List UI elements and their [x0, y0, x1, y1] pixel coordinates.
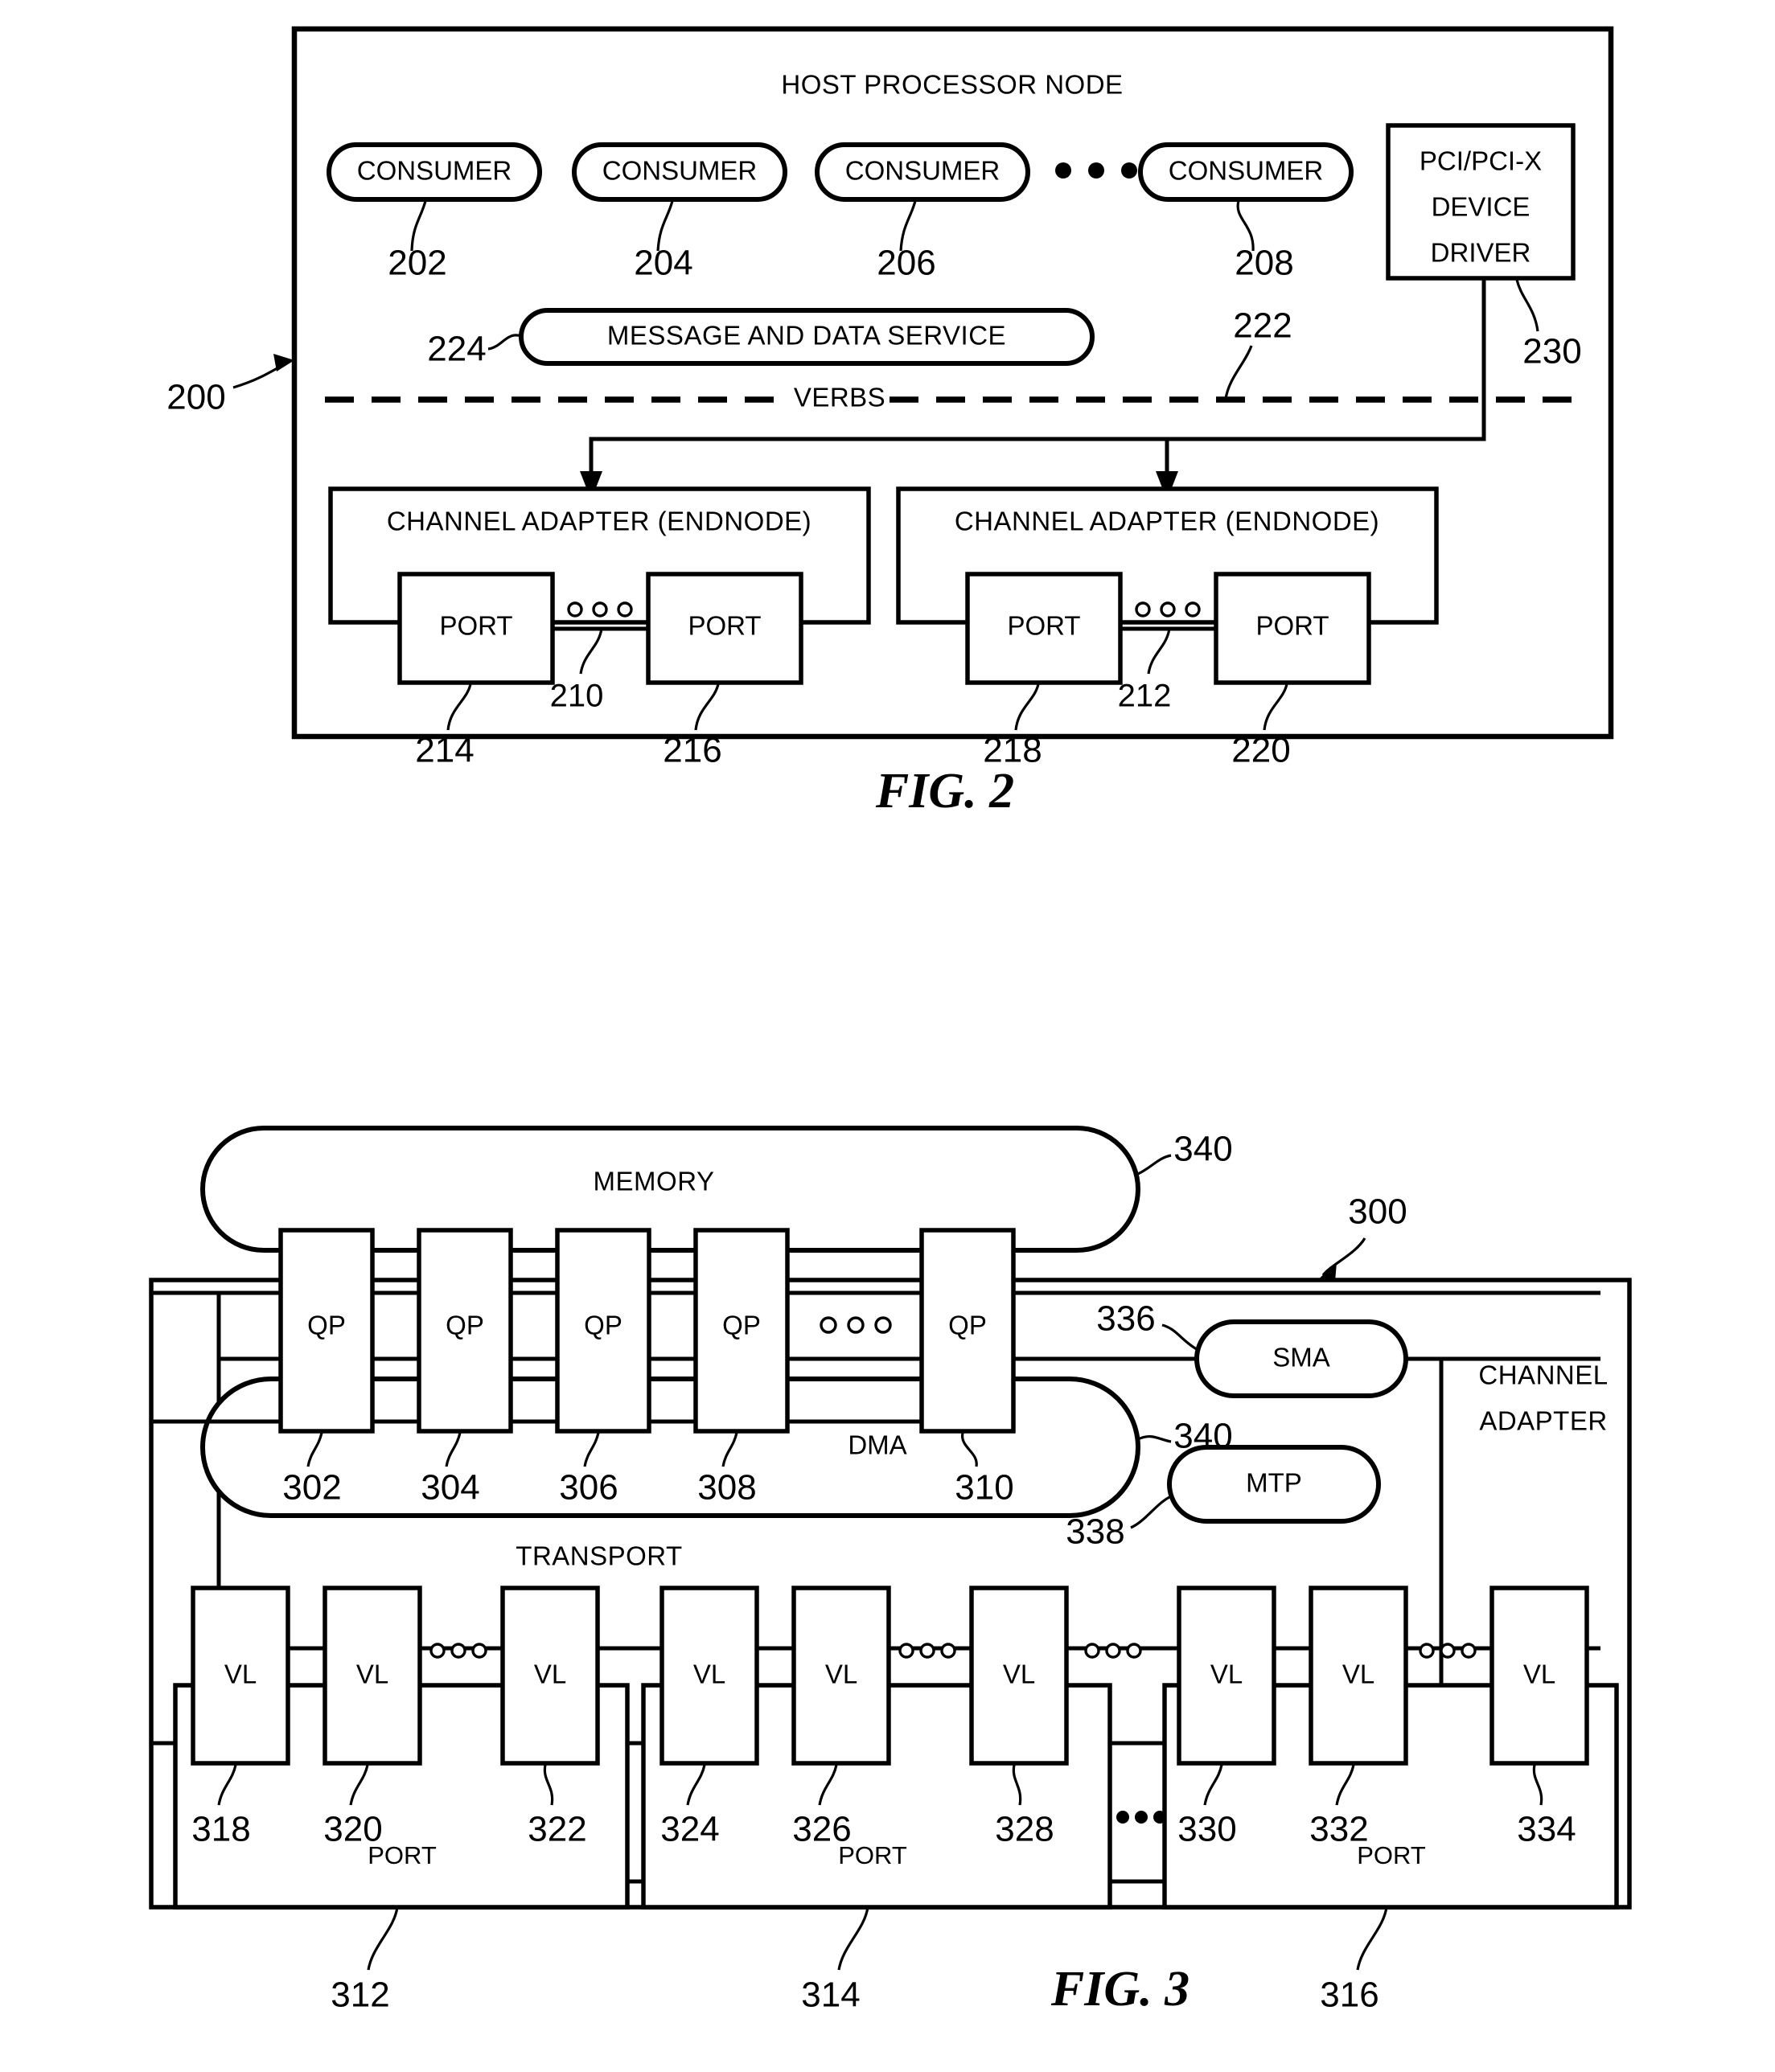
sma-ref: 336: [1096, 1299, 1155, 1339]
vl-label-5: VL: [1003, 1660, 1035, 1689]
figure2-caption: FIG. 2: [875, 764, 1014, 819]
port-group-ref-leader-1: [837, 1906, 869, 1971]
port-group-ellipsis: [1116, 1811, 1166, 1824]
dma-label: DMA: [848, 1430, 906, 1460]
vl-label-7: VL: [1342, 1660, 1374, 1689]
qp-ellipsis: [820, 1316, 892, 1334]
qp-label-2: QP: [584, 1311, 622, 1340]
port-ref-0: 214: [415, 731, 474, 770]
vl-label-3: VL: [693, 1660, 725, 1689]
consumer-ellipsis: [1055, 162, 1137, 178]
vl-ellipsis-0: [429, 1643, 487, 1659]
port-label-0: PORT: [439, 611, 512, 641]
figure-2: 200 HOST PROCESSOR NODE CONSUMER 202 CON…: [166, 26, 1614, 819]
consumer-ref-3: 208: [1235, 244, 1293, 283]
channel-adapter-label-line2: ADAPTER: [1479, 1406, 1607, 1436]
vl-ref-0: 318: [191, 1810, 250, 1849]
vl-label-2: VL: [534, 1660, 566, 1689]
consumer-ref-0: 202: [388, 244, 446, 283]
qp-ref-1: 304: [421, 1468, 479, 1508]
vl-ref-4: 326: [792, 1810, 851, 1849]
port-label-2: PORT: [1007, 611, 1080, 641]
vl-ref-6: 330: [1177, 1810, 1236, 1849]
memory-label: MEMORY: [594, 1167, 715, 1196]
port-ref-1: 216: [663, 731, 721, 770]
consumer-label-2: CONSUMER: [845, 156, 1000, 186]
pci-device-driver-line2: DEVICE: [1432, 192, 1531, 222]
qp-ref-3: 308: [697, 1468, 756, 1508]
port-link-ref-0: 210: [550, 679, 604, 714]
qp-label-4: QP: [948, 1311, 987, 1340]
vl-ref-1: 320: [323, 1810, 382, 1849]
figure3-caption: FIG. 3: [1050, 1962, 1189, 2017]
figure-3: 300 CHANNEL ADAPTER MEMORY 340 DMA 340 T…: [149, 1126, 1632, 2017]
patent-drawing-sheet: 200 HOST PROCESSOR NODE CONSUMER 202 CON…: [0, 0, 1775, 2072]
qp-label-1: QP: [446, 1311, 484, 1340]
message-data-service-ref: 224: [427, 330, 486, 369]
vl-ref-5: 328: [995, 1810, 1054, 1849]
consumer-label-1: CONSUMER: [602, 156, 758, 186]
verbs-label: VERBS: [794, 383, 885, 412]
port-label-3: PORT: [1255, 611, 1329, 641]
message-data-service-label: MESSAGE AND DATA SERVICE: [607, 321, 1006, 351]
port-group-ref-leader-2: [1356, 1906, 1388, 1971]
port-link-ellipsis-1: [1135, 601, 1201, 617]
qp-ref-4: 310: [955, 1468, 1013, 1508]
consumer-ref-1: 204: [634, 244, 692, 283]
qp-label-3: QP: [722, 1311, 761, 1340]
port-label-1: PORT: [688, 611, 761, 641]
host-processor-node-title: HOST PROCESSOR NODE: [781, 70, 1123, 100]
port-ref-3: 220: [1231, 731, 1290, 770]
consumer-label-3: CONSUMER: [1169, 156, 1324, 186]
sma-label: SMA: [1272, 1343, 1330, 1372]
figure2-outer-ref-arrow: [273, 354, 294, 371]
verbs-ref: 222: [1233, 306, 1292, 346]
qp-ref-0: 302: [282, 1468, 341, 1508]
port-link-ref-1: 212: [1118, 679, 1172, 714]
mtp-ref: 338: [1066, 1512, 1124, 1552]
qp-ref-2: 306: [559, 1468, 618, 1508]
figure3-outer-ref: 300: [1348, 1192, 1407, 1232]
port-group-ref-2: 316: [1320, 1976, 1379, 2015]
figure2-outer-ref: 200: [166, 378, 225, 417]
vl-ellipsis-3: [1419, 1643, 1477, 1659]
consumer-ref-2: 206: [877, 244, 935, 283]
vl-label-0: VL: [224, 1660, 257, 1689]
memory-ref: 340: [1173, 1130, 1232, 1169]
vl-label-8: VL: [1523, 1660, 1555, 1689]
pci-device-driver-line1: PCI/PCI-X: [1420, 146, 1542, 176]
port-group-ref-0: 312: [331, 1976, 389, 2015]
vl-ellipsis-1: [898, 1643, 956, 1659]
vl-label-4: VL: [825, 1660, 857, 1689]
channel-adapter-label-0: CHANNEL ADAPTER (ENDNODE): [387, 507, 811, 536]
vl-ref-8: 334: [1517, 1810, 1576, 1849]
vl-ref-2: 322: [528, 1810, 586, 1849]
pci-device-driver-line3: DRIVER: [1431, 238, 1531, 268]
port-group-ref-leader-0: [367, 1906, 399, 1971]
memory-ref-leader: [1137, 1154, 1172, 1176]
vl-label-6: VL: [1210, 1660, 1243, 1689]
channel-adapter-label-1: CHANNEL ADAPTER (ENDNODE): [955, 507, 1379, 536]
vl-ref-7: 332: [1309, 1810, 1368, 1849]
qp-label-0: QP: [307, 1311, 346, 1340]
vl-ellipsis-2: [1084, 1643, 1142, 1659]
vl-label-1: VL: [356, 1660, 388, 1689]
mtp-label: MTP: [1246, 1468, 1302, 1498]
transport-label: TRANSPORT: [516, 1541, 682, 1571]
channel-adapter-label-line1: CHANNEL: [1478, 1360, 1608, 1390]
vl-ref-3: 324: [660, 1810, 719, 1849]
port-group-ref-1: 314: [801, 1976, 860, 2015]
consumer-label-0: CONSUMER: [357, 156, 512, 186]
pci-device-driver-ref: 230: [1522, 332, 1581, 371]
port-link-ellipsis-0: [567, 601, 633, 617]
